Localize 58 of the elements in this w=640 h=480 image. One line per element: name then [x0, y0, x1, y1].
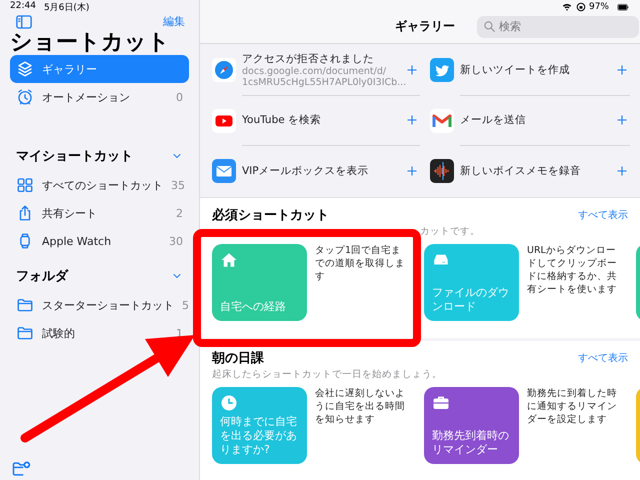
card-description: URLからダウンロードしてクリップボードに格納するか、共有シートを使います	[527, 244, 618, 297]
sidebar-title: ショートカット	[10, 31, 171, 55]
section-description: 起床したらショートカットで一日を始めましょう。	[212, 369, 442, 380]
search-icon	[483, 20, 496, 33]
shortcut-card[interactable]: 勤務先到着時のリマインダー	[424, 387, 519, 464]
rotation-lock-icon	[576, 2, 586, 12]
add-icon[interactable]	[616, 64, 628, 76]
card-description: タップ1回で自宅までの道順を取得します	[315, 244, 406, 284]
date-text: 5月6日(木)	[44, 2, 90, 12]
battery-percent: 97%	[588, 2, 609, 12]
shortcut-url: 1csMRU5cHgL55H7APL0ly0I3ICb...	[242, 76, 406, 88]
folder-icon	[16, 296, 34, 314]
shortcut-title: メールを送信	[460, 113, 528, 128]
sidebar-item[interactable]: ギャラリー	[10, 55, 189, 83]
briefcase-icon	[432, 394, 450, 412]
waveform-icon	[430, 159, 454, 184]
layers-icon	[16, 60, 34, 78]
search-field[interactable]: 検索	[477, 16, 639, 38]
alarm-clock-icon	[16, 88, 34, 106]
see-all-link[interactable]: すべて表示	[578, 351, 628, 365]
clock-time: 22:44	[10, 1, 36, 12]
sidebar-item[interactable]: すべてのショートカット 35	[10, 171, 189, 199]
section-title: 必須ショートカット	[212, 206, 329, 224]
house-icon	[220, 251, 238, 269]
edit-button[interactable]: 編集	[163, 14, 185, 29]
card-description: 会社に遅刻しないように自宅を出る時間を知らせます	[315, 387, 406, 427]
add-icon[interactable]	[616, 165, 628, 178]
compass-icon	[212, 58, 236, 82]
clock-icon	[220, 394, 238, 412]
see-all-link[interactable]: すべて表示	[578, 208, 628, 222]
section-heading: マイショートカット	[16, 148, 133, 165]
sidebar-item[interactable]: スターターショートカット 5	[10, 291, 189, 319]
m-letter-icon	[430, 108, 454, 133]
grid-icon	[16, 176, 34, 194]
section-description: カットです。	[420, 226, 480, 237]
add-icon[interactable]	[406, 114, 418, 126]
sidebar-item[interactable]: 共有シート 2	[10, 199, 189, 227]
shortcut-url: docs.google.com/document/d/	[242, 66, 388, 76]
add-icon[interactable]	[616, 114, 628, 126]
shortcut-title: YouTube を検索	[242, 113, 322, 128]
shortcut-title: 新しいツイートを作成	[460, 62, 572, 76]
wifi-icon	[560, 2, 573, 12]
bird-icon	[430, 58, 454, 82]
section-title: 朝の日課	[212, 350, 264, 367]
sidebar-item[interactable]: Apple Watch 30	[10, 227, 189, 255]
section-heading: フォルダ	[16, 268, 68, 285]
page-title: ギャラリー	[395, 18, 455, 34]
sidebar-item[interactable]: オートメーション 0	[10, 83, 189, 111]
folder-icon	[16, 324, 34, 342]
shortcut-title: VIPメールボックスを表示	[242, 164, 370, 178]
sidebar-toggle-icon[interactable]	[14, 12, 34, 30]
shortcut-title: 新しいボイスメモを録音	[460, 164, 582, 178]
envelope-icon	[212, 159, 236, 184]
add-icon[interactable]	[406, 165, 418, 178]
add-icon[interactable]	[406, 64, 418, 76]
shortcut-title: アクセスが拒否されました	[242, 52, 375, 66]
play-icon	[212, 108, 236, 133]
card-description: 勤務先に到着した時に通知するリマインダーを設定します	[527, 387, 618, 427]
